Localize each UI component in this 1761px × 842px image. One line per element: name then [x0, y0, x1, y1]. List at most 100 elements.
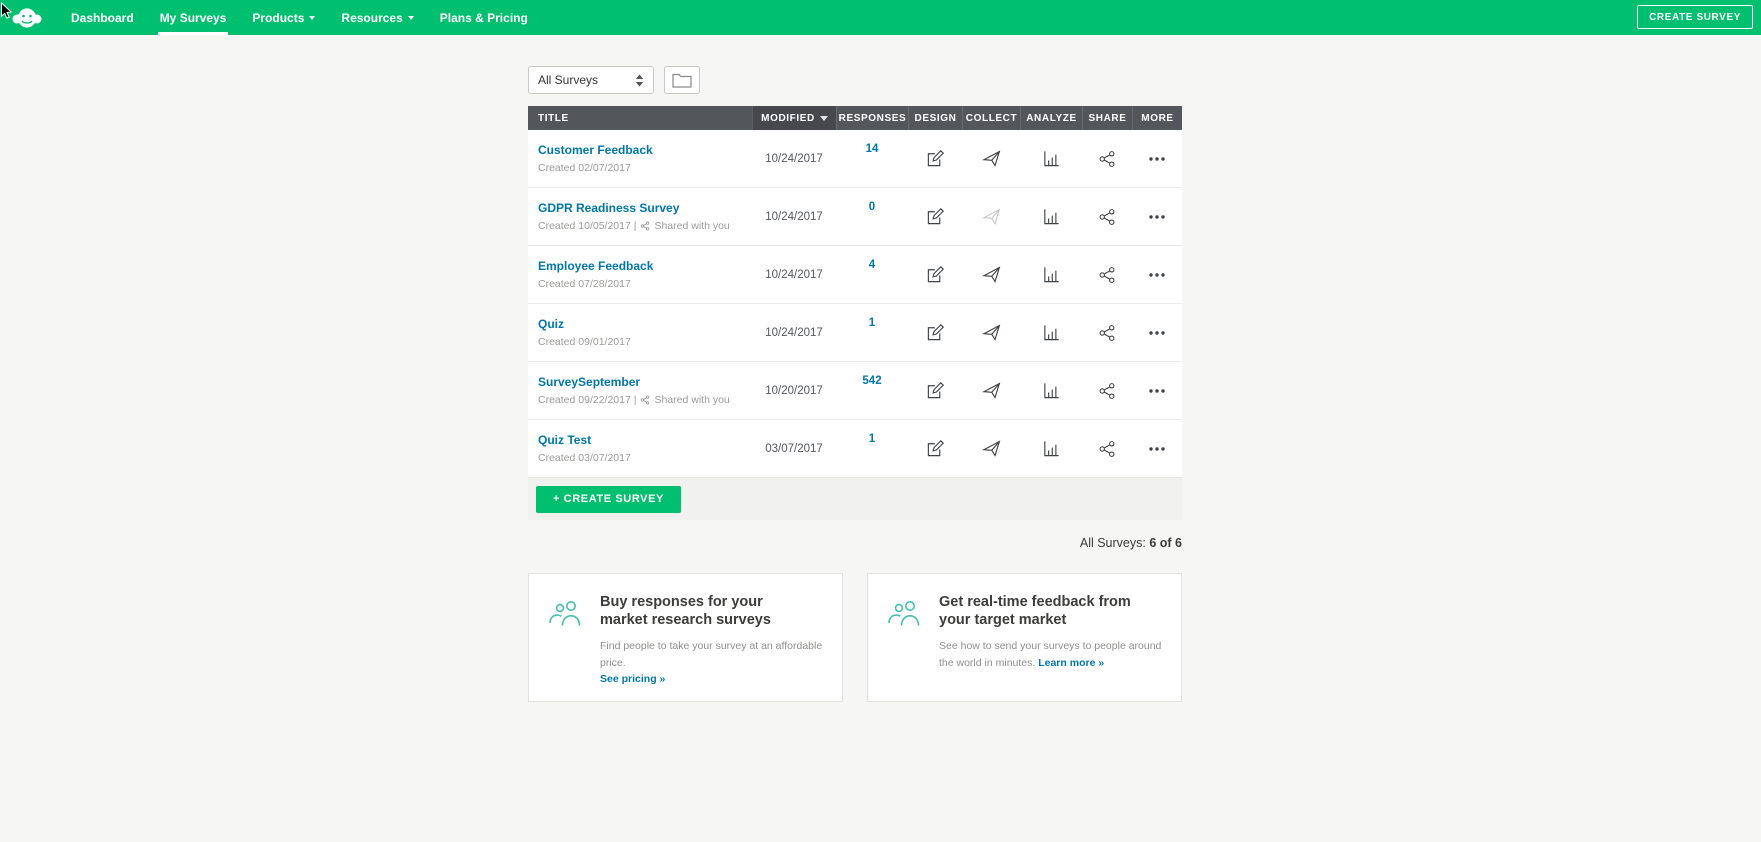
header-more-label: MORE [1141, 112, 1174, 124]
survey-title-link[interactable]: GDPR Readiness Survey [538, 201, 679, 215]
header-title[interactable]: TITLE [528, 106, 752, 130]
collect-button[interactable] [978, 435, 1005, 462]
nav-dashboard[interactable]: Dashboard [58, 0, 147, 35]
survey-title-link[interactable]: Customer Feedback [538, 143, 653, 157]
analyze-button[interactable] [1038, 203, 1065, 230]
survey-title-cell: Quiz Created 09/01/2017 [528, 317, 752, 348]
see-pricing-link[interactable]: See pricing » [600, 673, 665, 685]
design-button[interactable] [922, 435, 949, 462]
survey-title-link[interactable]: Quiz Test [538, 433, 591, 447]
header-responses[interactable]: RESPONSES [836, 106, 908, 130]
header-collect-label: COLLECT [965, 112, 1018, 124]
created-date: Created 09/22/2017 | [538, 394, 637, 406]
design-cell [908, 377, 962, 404]
survey-filter-select[interactable]: All Surveys [528, 66, 654, 94]
responses-cell: 1 [836, 420, 908, 445]
responses-cell: 542 [836, 362, 908, 387]
collect-send-icon [982, 266, 1000, 283]
folder-icon [672, 73, 692, 88]
more-button[interactable] [1143, 261, 1171, 289]
survey-title-link[interactable]: Employee Feedback [538, 259, 653, 273]
nav-create-survey-button[interactable]: CREATE SURVEY [1637, 5, 1753, 29]
collect-button[interactable] [978, 145, 1005, 172]
nav-my-surveys[interactable]: My Surveys [147, 0, 240, 35]
more-cell [1132, 261, 1182, 289]
survey-title-link[interactable]: SurveySeptember [538, 375, 640, 389]
modified-date: 10/24/2017 [765, 326, 823, 339]
design-cell [908, 203, 962, 230]
surveymonkey-logo-icon[interactable] [12, 6, 42, 30]
design-pencil-icon [927, 382, 944, 399]
share-button[interactable] [1094, 378, 1120, 404]
responses-count-link[interactable]: 1 [869, 317, 875, 329]
header-title-label: TITLE [538, 112, 569, 124]
survey-created-text: Created 03/07/2017 [538, 452, 631, 464]
more-button[interactable] [1143, 203, 1171, 231]
created-date: Created 09/01/2017 [538, 336, 631, 348]
header-modified[interactable]: MODIFIED [752, 106, 836, 130]
design-cell [908, 261, 962, 288]
survey-count-summary: All Surveys: 6 of 6 [528, 536, 1182, 550]
folder-button[interactable] [664, 66, 700, 94]
analyze-button[interactable] [1038, 435, 1065, 462]
table-row: SurveySeptember Created 09/22/2017 | Sha… [528, 362, 1182, 420]
design-cell [908, 435, 962, 462]
responses-count-link[interactable]: 542 [862, 375, 881, 387]
responses-cell: 14 [836, 130, 908, 155]
design-button[interactable] [922, 203, 949, 230]
table-header: TITLE MODIFIED RESPONSES DESIGN COLLECT … [528, 106, 1182, 130]
responses-count-link[interactable]: 4 [869, 259, 875, 271]
collect-button[interactable] [978, 319, 1005, 346]
learn-more-link[interactable]: Learn more » [1038, 657, 1104, 669]
more-button[interactable] [1143, 319, 1171, 347]
share-button[interactable] [1094, 320, 1120, 346]
promo-title: Get real-time feedback from your target … [939, 594, 1131, 629]
more-cell [1132, 435, 1182, 463]
responses-count-link[interactable]: 14 [866, 143, 879, 155]
collect-cell [962, 435, 1020, 462]
survey-created-text: Created 09/01/2017 [538, 336, 631, 348]
responses-count-link[interactable]: 1 [869, 433, 875, 445]
create-survey-button[interactable]: + CREATE SURVEY [536, 485, 681, 513]
summary-count: 6 of 6 [1149, 536, 1182, 550]
design-button[interactable] [922, 377, 949, 404]
more-dots-icon [1149, 330, 1165, 335]
header-modified-label: MODIFIED [761, 112, 815, 124]
analyze-button[interactable] [1038, 377, 1065, 404]
more-button[interactable] [1143, 145, 1171, 173]
header-analyze: ANALYZE [1020, 106, 1082, 130]
more-button[interactable] [1143, 377, 1171, 405]
design-cell [908, 145, 962, 172]
table-row: Quiz Created 09/01/2017 10/24/2017 1 [528, 304, 1182, 362]
share-button[interactable] [1094, 146, 1120, 172]
header-share-label: SHARE [1088, 112, 1127, 124]
share-button[interactable] [1094, 436, 1120, 462]
modified-date: 03/07/2017 [765, 442, 823, 455]
analyze-button[interactable] [1038, 261, 1065, 288]
select-arrows-icon [635, 74, 644, 86]
promo-buy-responses: Buy responses for your market research s… [528, 573, 843, 703]
share-button[interactable] [1094, 204, 1120, 230]
collect-button[interactable] [978, 261, 1005, 288]
design-cell [908, 319, 962, 346]
promo-description: Find people to take your survey at an af… [600, 638, 824, 687]
analyze-button[interactable] [1038, 319, 1065, 346]
nav-resources[interactable]: Resources [328, 0, 426, 35]
nav-plans-pricing[interactable]: Plans & Pricing [427, 0, 541, 35]
design-button[interactable] [922, 145, 949, 172]
share-icon [1099, 324, 1115, 341]
analyze-chart-icon [1043, 382, 1059, 399]
design-button[interactable] [922, 319, 949, 346]
design-button[interactable] [922, 261, 949, 288]
collect-button[interactable] [978, 377, 1005, 404]
nav-products[interactable]: Products [239, 0, 328, 35]
responses-count-link[interactable]: 0 [869, 201, 875, 213]
share-button[interactable] [1094, 262, 1120, 288]
modified-date: 10/24/2017 [765, 268, 823, 281]
more-button[interactable] [1143, 435, 1171, 463]
survey-title-link[interactable]: Quiz [538, 317, 564, 331]
analyze-chart-icon [1043, 208, 1059, 225]
filter-row: All Surveys [528, 66, 1182, 94]
analyze-button[interactable] [1038, 145, 1065, 172]
header-analyze-label: ANALYZE [1026, 112, 1077, 124]
